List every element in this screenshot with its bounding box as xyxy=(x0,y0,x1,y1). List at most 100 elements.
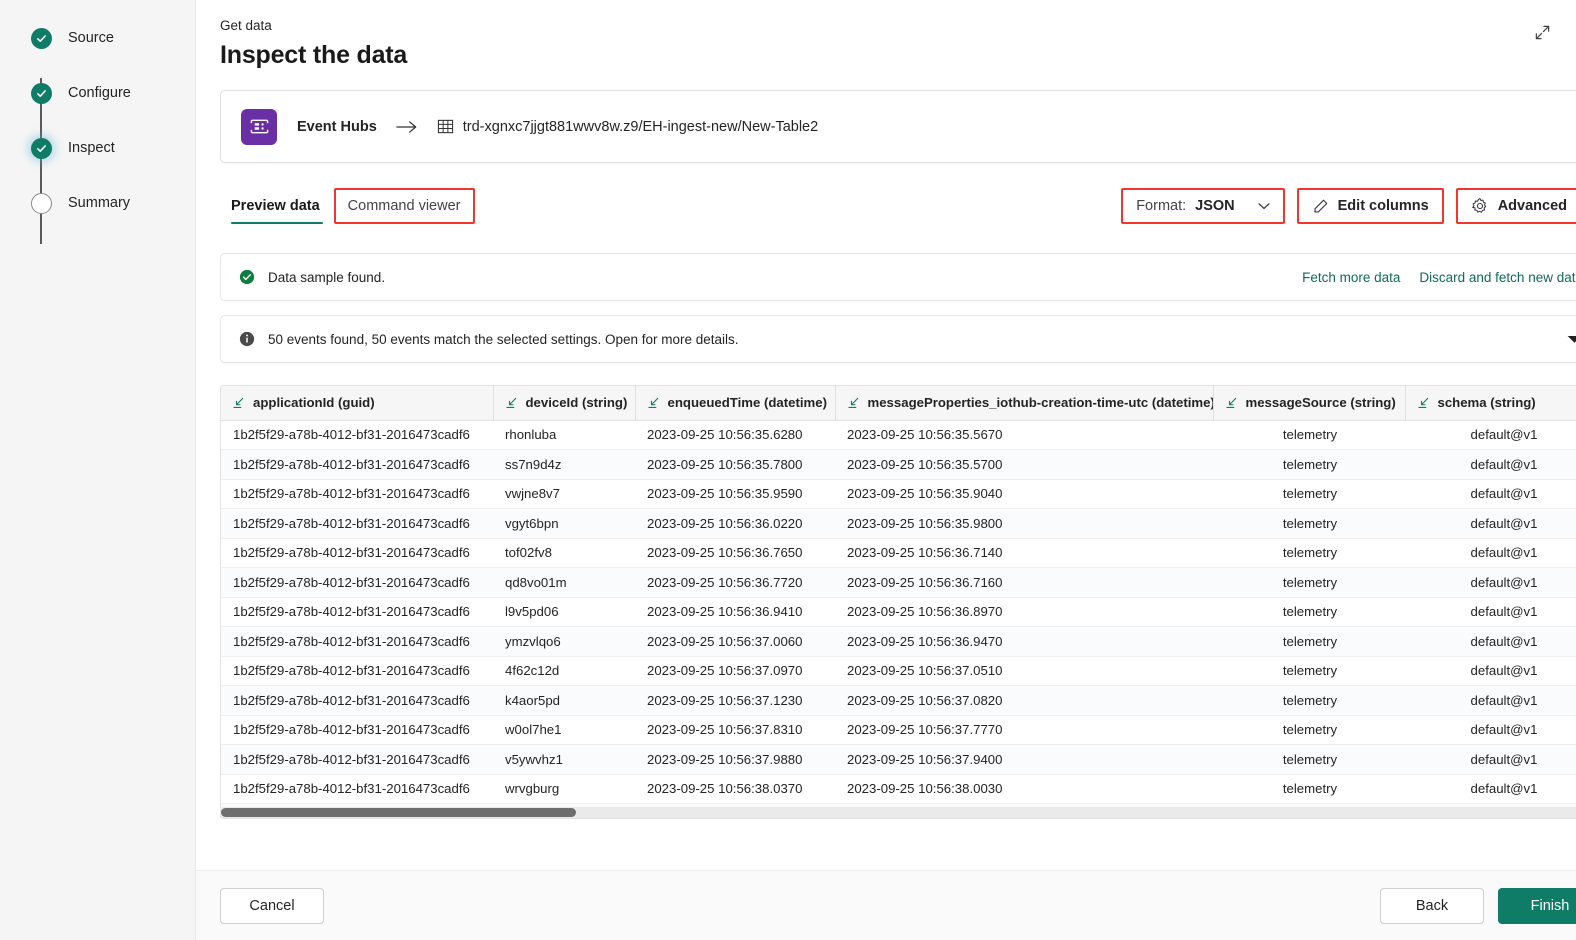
cell-applicationid: 1b2f5f29-a78b-4012-bf31-2016473cadf6 xyxy=(221,656,493,686)
banner-actions: Fetch more data Discard and fetch new da… xyxy=(1302,270,1576,285)
cell-schema: default@v1 xyxy=(1405,538,1576,568)
advanced-label: Advanced xyxy=(1497,198,1567,214)
chevron-down-icon[interactable] xyxy=(1566,334,1576,345)
fetch-more-data-link[interactable]: Fetch more data xyxy=(1302,270,1400,285)
table-row[interactable]: 1b2f5f29-a78b-4012-bf31-2016473cadf6 ymzv… xyxy=(221,626,1576,657)
pencil-icon xyxy=(1312,198,1329,215)
cell-deviceid: 4f62c12d xyxy=(493,656,635,686)
cell-deviceid: vwjne8v7 xyxy=(493,479,635,509)
cell-messagesource: telemetry xyxy=(1213,597,1405,627)
cell-enqueuedtime: 2023-09-25 10:56:37.0060 xyxy=(635,626,835,657)
source-summary-card: Event Hubs trd-xgnxc7jjgt881wwv8w.z9/EH-… xyxy=(220,90,1576,163)
cell-schema: default@v1 xyxy=(1405,685,1576,716)
column-type-icon xyxy=(647,397,661,409)
preview-data-table: applicationId (guid) deviceId (string) e… xyxy=(220,385,1576,819)
tab-preview-data[interactable]: Preview data xyxy=(220,185,334,227)
table-row[interactable]: 1b2f5f29-a78b-4012-bf31-2016473cadf6 4f62… xyxy=(221,656,1576,686)
data-grid: applicationId (guid) deviceId (string) e… xyxy=(221,386,1576,818)
cell-enqueuedtime: 2023-09-25 10:56:35.9590 xyxy=(635,479,835,509)
sidebar-step-inspect[interactable]: Inspect xyxy=(31,138,195,193)
finish-button[interactable]: Finish xyxy=(1498,887,1576,924)
column-header-label: enqueuedTime (datetime) xyxy=(667,395,828,411)
column-header-enqueuedtime[interactable]: enqueuedTime (datetime) xyxy=(635,386,836,421)
cell-messageproperties: 2023-09-25 10:56:36.7160 xyxy=(835,567,1213,598)
column-header-label: applicationId (guid) xyxy=(253,395,375,411)
events-info-banner[interactable]: 50 events found, 50 events match the sel… xyxy=(220,315,1576,363)
chevron-down-icon xyxy=(1258,202,1270,210)
sidebar-step-label: Source xyxy=(68,30,114,46)
cell-enqueuedtime: 2023-09-25 10:56:35.7800 xyxy=(635,449,835,480)
info-circle-icon xyxy=(239,331,255,347)
cell-deviceid: vgyt6bpn xyxy=(493,508,635,539)
sidebar-step-source[interactable]: Source xyxy=(31,28,195,83)
column-header-messagesource[interactable]: messageSource (string) xyxy=(1213,386,1406,421)
cell-messageproperties: 2023-09-25 10:56:37.7770 xyxy=(835,715,1213,745)
cell-deviceid: qd8vo01m xyxy=(493,567,635,598)
discard-and-fetch-link[interactable]: Discard and fetch new data xyxy=(1419,270,1576,285)
table-row[interactable]: 1b2f5f29-a78b-4012-bf31-2016473cadf6 vwjn… xyxy=(221,479,1576,509)
cell-enqueuedtime: 2023-09-25 10:56:38.0370 xyxy=(635,774,835,804)
column-header-messageproperties[interactable]: messageProperties_iothub-creation-time-u… xyxy=(835,386,1214,421)
breadcrumb: Get data xyxy=(220,18,272,33)
event-hubs-icon xyxy=(241,108,277,145)
cell-messageproperties: 2023-09-25 10:56:35.9800 xyxy=(835,508,1213,539)
destination-path: trd-xgnxc7jjgt881wwv8w.z9/EH-ingest-new/… xyxy=(462,118,819,135)
cell-deviceid: wrvgburg xyxy=(493,774,635,804)
footer-right-actions: Back Finish xyxy=(1380,887,1576,924)
table-row[interactable]: 1b2f5f29-a78b-4012-bf31-2016473cadf6 vgyt… xyxy=(221,508,1576,539)
edit-columns-button[interactable]: Edit columns xyxy=(1296,188,1444,224)
table-row[interactable]: 1b2f5f29-a78b-4012-bf31-2016473cadf6 v5yw… xyxy=(221,744,1576,775)
table-row[interactable]: 1b2f5f29-a78b-4012-bf31-2016473cadf6 qd8v… xyxy=(221,567,1576,598)
cell-schema: default@v1 xyxy=(1405,420,1576,450)
page-title: Inspect the data xyxy=(220,41,408,69)
cancel-button[interactable]: Cancel xyxy=(220,887,324,924)
tab-command-viewer[interactable]: Command viewer xyxy=(333,188,475,224)
column-type-icon xyxy=(233,397,246,409)
horizontal-scrollbar-thumb[interactable] xyxy=(221,808,576,817)
cell-deviceid: rhonluba xyxy=(493,420,635,450)
cell-messagesource: telemetry xyxy=(1213,508,1405,539)
arrow-right-icon xyxy=(396,120,418,134)
advanced-dropdown[interactable]: Advanced xyxy=(1455,188,1576,224)
column-header-label: deviceId (string) xyxy=(525,395,628,411)
column-header-label: messageSource (string) xyxy=(1245,395,1396,411)
cell-deviceid: v5ywvhz1 xyxy=(493,744,635,775)
cell-enqueuedtime: 2023-09-25 10:56:36.7720 xyxy=(635,567,835,598)
cell-schema: default@v1 xyxy=(1405,597,1576,627)
table-row[interactable]: 1b2f5f29-a78b-4012-bf31-2016473cadf6 wrvg… xyxy=(221,774,1576,804)
cell-applicationid: 1b2f5f29-a78b-4012-bf31-2016473cadf6 xyxy=(221,715,493,745)
table-row[interactable]: 1b2f5f29-a78b-4012-bf31-2016473cadf6 l9v5… xyxy=(221,597,1576,627)
cell-schema: default@v1 xyxy=(1405,626,1576,657)
cell-enqueuedtime: 2023-09-25 10:56:37.8310 xyxy=(635,715,835,745)
column-header-deviceid[interactable]: deviceId (string) xyxy=(493,386,636,421)
step-check-icon xyxy=(31,83,52,104)
data-sample-banner: Data sample found. Fetch more data Disca… xyxy=(220,253,1576,301)
events-info-message: 50 events found, 50 events match the sel… xyxy=(268,331,739,347)
table-icon xyxy=(437,118,454,135)
main-content: Get data Inspect the data Event Hubs trd… xyxy=(220,0,1576,889)
source-name: Event Hubs xyxy=(297,118,377,135)
cell-messagesource: telemetry xyxy=(1213,479,1405,509)
horizontal-scrollbar[interactable] xyxy=(221,807,1576,818)
cell-applicationid: 1b2f5f29-a78b-4012-bf31-2016473cadf6 xyxy=(221,626,493,657)
table-row[interactable]: 1b2f5f29-a78b-4012-bf31-2016473cadf6 k4ao… xyxy=(221,685,1576,716)
tabs-toolbar-row: Preview data Command viewer Format: JSON xyxy=(220,185,1576,227)
cell-applicationid: 1b2f5f29-a78b-4012-bf31-2016473cadf6 xyxy=(221,538,493,568)
cell-applicationid: 1b2f5f29-a78b-4012-bf31-2016473cadf6 xyxy=(221,420,493,450)
format-dropdown[interactable]: Format: JSON xyxy=(1121,188,1285,224)
back-button[interactable]: Back xyxy=(1380,887,1484,924)
expand-icon[interactable] xyxy=(1528,18,1556,46)
grid-header: applicationId (guid) deviceId (string) e… xyxy=(221,386,1576,421)
window-controls xyxy=(1528,18,1576,46)
table-row[interactable]: 1b2f5f29-a78b-4012-bf31-2016473cadf6 rhon… xyxy=(221,420,1576,450)
header-row: applicationId (guid) deviceId (string) e… xyxy=(221,386,1576,421)
format-value: JSON xyxy=(1195,198,1235,214)
table-row[interactable]: 1b2f5f29-a78b-4012-bf31-2016473cadf6 tof0… xyxy=(221,538,1576,568)
table-row[interactable]: 1b2f5f29-a78b-4012-bf31-2016473cadf6 w0ol… xyxy=(221,715,1576,745)
column-header-applicationid[interactable]: applicationId (guid) xyxy=(221,386,494,421)
sidebar-step-summary[interactable]: Summary xyxy=(31,193,195,248)
table-row[interactable]: 1b2f5f29-a78b-4012-bf31-2016473cadf6 ss7n… xyxy=(221,449,1576,480)
column-header-schema[interactable]: schema (string) xyxy=(1405,386,1576,421)
cell-applicationid: 1b2f5f29-a78b-4012-bf31-2016473cadf6 xyxy=(221,567,493,598)
sidebar-step-configure[interactable]: Configure xyxy=(31,83,195,138)
